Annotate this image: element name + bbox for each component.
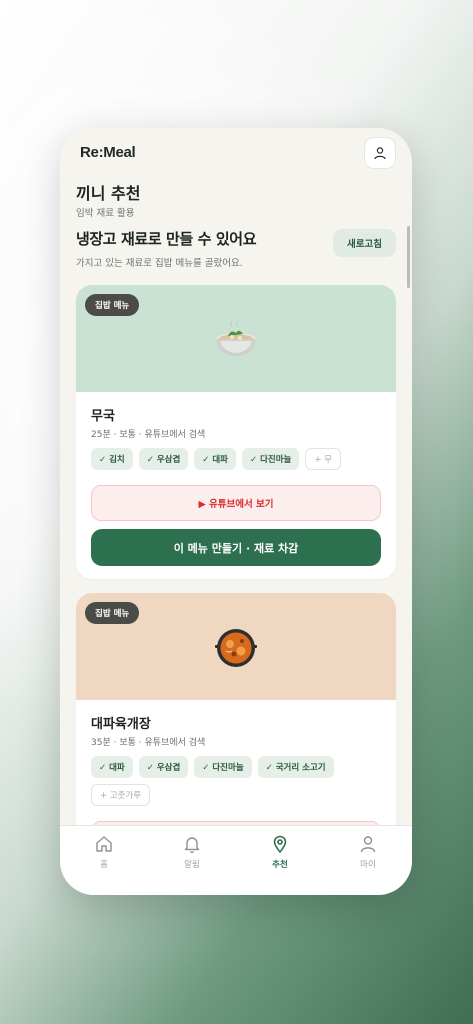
recipe-badge: 집밥 메뉴 — [85, 294, 140, 316]
user-icon — [360, 836, 376, 853]
page-title: 끼니 추천 — [76, 184, 141, 203]
user-icon — [374, 147, 386, 160]
ingredient-chip-have: ✓ 대파 — [91, 756, 133, 778]
tab-label: 추천 — [272, 860, 288, 870]
tab-label: 마이 — [360, 860, 376, 870]
recipe-name: 무국 — [91, 409, 115, 424]
tab-home[interactable]: 홈 — [60, 826, 148, 895]
tab-recommend[interactable]: 추천 — [236, 826, 324, 895]
recipe-badge: 집밥 메뉴 — [85, 602, 140, 624]
tab-alerts[interactable]: 알림 — [148, 826, 236, 895]
recipe-card[interactable]: 집밥 메뉴 무국 25분 · 보통 · 유튜브에서 검색 ✓ 김치 ✓ 우삼겹 … — [76, 285, 396, 579]
recommend-scroll-area[interactable]: Re:Meal 끼니 추천 임박 재료 활용 냉장고 재료로 만들 수 있어요 … — [60, 128, 412, 825]
tab-label: 알림 — [184, 860, 200, 870]
recipe-hero: 집밥 메뉴 — [76, 285, 396, 392]
bottom-tab-bar: 홈 알림 추천 마이 — [60, 825, 412, 895]
recipe-meta: 35분 · 보통 · 유튜브에서 검색 — [91, 738, 206, 748]
refresh-button[interactable]: 새로고침 — [333, 229, 396, 257]
ingredient-chips: ✓ 김치 ✓ 우삼겹 ✓ 대파 ✓ 다진마늘 + 무 — [91, 448, 386, 470]
ingredient-chips: ✓ 대파 ✓ 우삼겹 ✓ 다진마늘 ✓ 국거리 소고기 + 고춧가루 — [91, 756, 386, 806]
recipe-hero: 집밥 메뉴 — [76, 593, 396, 700]
ingredient-chip-have: ✓ 대파 — [194, 448, 237, 470]
ingredient-chip-have: ✓ 다진마늘 — [242, 448, 300, 470]
location-pin-icon — [273, 835, 287, 853]
profile-button[interactable] — [364, 137, 396, 169]
ingredient-chip-have: ✓ 국거리 소고기 — [257, 756, 334, 778]
ingredient-chip-have: ✓ 김치 — [91, 448, 133, 470]
recipe-card[interactable]: 집밥 메뉴 대파육개장 35분 · 보통 · 유튜브에서 검색 ✓ 대파 ✓ 우… — [76, 593, 396, 825]
make-menu-button[interactable]: 이 메뉴 만들기 · 재료 차감 — [91, 529, 381, 566]
ingredient-chip-missing: + 고춧가루 — [91, 784, 151, 806]
hot-pot-icon — [215, 629, 257, 667]
soup-bowl-icon — [216, 320, 256, 356]
section-subtitle: 가지고 있는 재료로 집밥 메뉴를 골랐어요. — [76, 258, 243, 269]
scrollbar[interactable] — [407, 226, 410, 288]
recipe-name: 대파육개장 — [91, 717, 151, 732]
recipe-meta: 25분 · 보통 · 유튜브에서 검색 — [91, 430, 206, 440]
tab-label: 홈 — [100, 860, 108, 870]
home-icon — [96, 836, 112, 852]
phone-frame: Re:Meal 끼니 추천 임박 재료 활용 냉장고 재료로 만들 수 있어요 … — [60, 128, 412, 895]
tab-my[interactable]: 마이 — [324, 826, 412, 895]
ingredient-chip-have: ✓ 우삼겹 — [138, 756, 189, 778]
section-title: 냉장고 재료로 만들 수 있어요 — [76, 230, 257, 248]
ingredient-chip-missing: + 무 — [305, 448, 342, 470]
bell-icon — [184, 837, 200, 853]
youtube-button[interactable]: ▶ 유튜브에서 보기 — [91, 485, 381, 521]
ingredient-chip-have: ✓ 다진마늘 — [194, 756, 252, 778]
app-logo: Re:Meal — [80, 144, 136, 161]
ingredient-chip-have: ✓ 우삼겹 — [138, 448, 189, 470]
page-subtitle: 임박 재료 활용 — [76, 208, 135, 219]
